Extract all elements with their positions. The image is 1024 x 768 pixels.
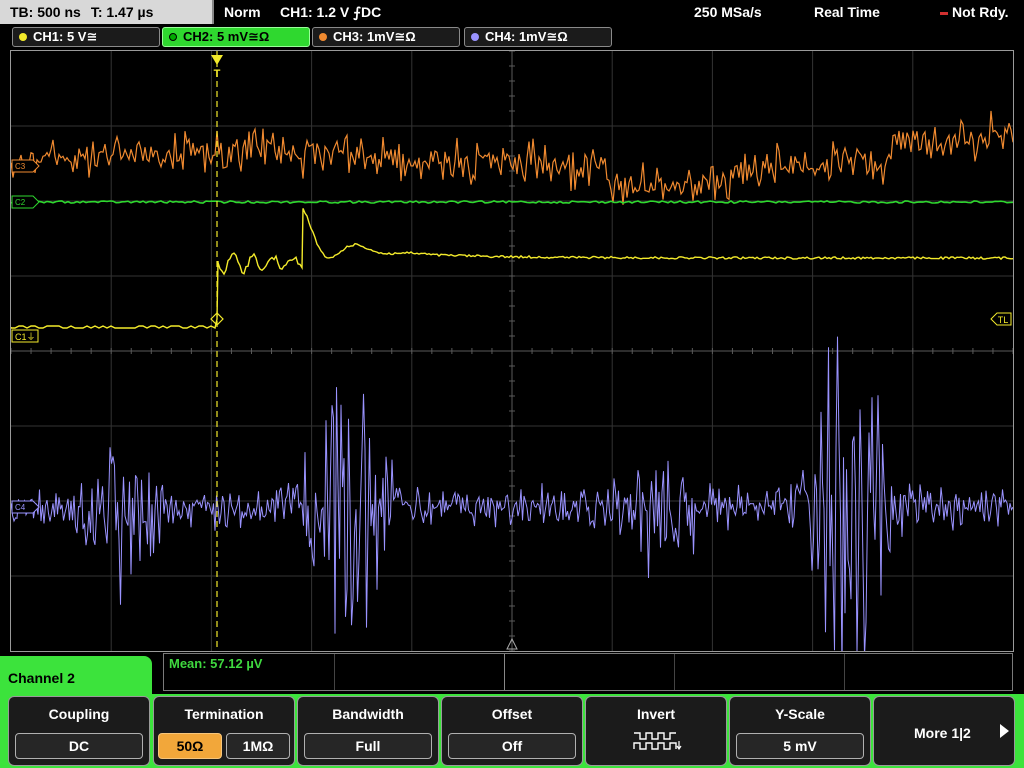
offset-value-button[interactable]: Off bbox=[448, 733, 576, 759]
measurement-label: Mean: 57.12 µV bbox=[169, 656, 263, 671]
timebase-box[interactable]: TB: 500 ns T: 1.47 µs bbox=[0, 0, 214, 24]
ch2-reference-marker[interactable]: C2 bbox=[11, 195, 40, 209]
next-page-arrow-icon bbox=[1000, 724, 1009, 738]
trigger-marker-icon[interactable]: T bbox=[211, 55, 223, 80]
termination-softkey[interactable]: Termination 50Ω 1MΩ bbox=[153, 696, 295, 766]
ch1-label: CH1: 5 V≅ bbox=[33, 29, 98, 44]
meas-divider bbox=[504, 654, 505, 690]
more-label: More 1|2 bbox=[914, 725, 971, 741]
termination-1mohm-button[interactable]: 1MΩ bbox=[226, 733, 290, 759]
ch2-color-icon bbox=[169, 33, 177, 41]
ch1-color-icon bbox=[19, 33, 27, 41]
ch4-label: CH4: 1mV≅Ω bbox=[485, 29, 568, 44]
channel-tabs: CH1: 5 V≅ CH2: 5 mV≅Ω CH3: 1mV≅Ω CH4: 1m… bbox=[0, 26, 1024, 48]
invert-square-wave-icon bbox=[633, 732, 682, 751]
ch4-reference-label: C4 bbox=[15, 503, 26, 512]
trigger-time-label: T: 1.47 µs bbox=[90, 4, 154, 20]
invert-title: Invert bbox=[636, 706, 676, 722]
ch1-reference-marker[interactable]: C1⏚ bbox=[11, 329, 39, 343]
active-channel-label: Channel 2 bbox=[8, 670, 75, 686]
waveform-canvas[interactable]: T TL C1⏚ C2 C3 C4 bbox=[11, 51, 1013, 651]
acquisition-mode[interactable]: Real Time bbox=[814, 0, 880, 24]
acquisition-status: Not Rdy. bbox=[952, 4, 1009, 20]
ch2-reference-label: C2 bbox=[15, 198, 26, 207]
offset-softkey[interactable]: Offset Off bbox=[441, 696, 583, 766]
bandwidth-value-button[interactable]: Full bbox=[304, 733, 432, 759]
coupling-title: Coupling bbox=[48, 706, 110, 722]
invert-softkey[interactable]: Invert bbox=[585, 696, 727, 766]
coupling-softkey[interactable]: Coupling DC bbox=[8, 696, 150, 766]
offset-title: Offset bbox=[491, 706, 533, 722]
ch2-label: CH2: 5 mV≅Ω bbox=[183, 29, 270, 44]
coupling-value-button[interactable]: DC bbox=[15, 733, 143, 759]
trigger-marker-label: T bbox=[214, 68, 221, 80]
timebase-label: TB: 500 ns bbox=[10, 4, 81, 20]
tab-ch2[interactable]: CH2: 5 mV≅Ω bbox=[162, 27, 310, 47]
tab-ch4[interactable]: CH4: 1mV≅Ω bbox=[464, 27, 612, 47]
meas-divider bbox=[844, 654, 845, 690]
trigger-info[interactable]: CH1: 1.2 V ⨍DC bbox=[280, 0, 381, 24]
yscale-value-button[interactable]: 5 mV bbox=[736, 733, 864, 759]
meas-divider bbox=[334, 654, 335, 690]
ch3-reference-label: C3 bbox=[15, 162, 26, 171]
ch4-color-icon bbox=[471, 33, 479, 41]
trigger-level-marker[interactable]: TL bbox=[990, 312, 1012, 326]
ch3-color-icon bbox=[319, 33, 327, 41]
waveform-display[interactable]: T TL C1⏚ C2 C3 C4 bbox=[10, 50, 1014, 652]
termination-50ohm-button[interactable]: 50Ω bbox=[158, 733, 222, 759]
tab-ch3[interactable]: CH3: 1mV≅Ω bbox=[312, 27, 460, 47]
status-bar: TB: 500 ns T: 1.47 µs Norm CH1: 1.2 V ⨍DC… bbox=[0, 0, 1024, 24]
sample-rate: 250 MSa/s bbox=[694, 4, 762, 20]
trigger-level-label: TL bbox=[998, 315, 1009, 325]
bandwidth-title: Bandwidth bbox=[332, 706, 404, 722]
ch4-reference-marker[interactable]: C4 bbox=[11, 500, 40, 514]
ch3-reference-marker[interactable]: C3 bbox=[11, 159, 40, 173]
yscale-softkey[interactable]: Y-Scale 5 mV bbox=[729, 696, 871, 766]
ch1-reference-label: C1⏚ bbox=[15, 332, 36, 342]
bandwidth-softkey[interactable]: Bandwidth Full bbox=[297, 696, 439, 766]
tab-ch1[interactable]: CH1: 5 V≅ bbox=[12, 27, 160, 47]
meas-divider bbox=[674, 654, 675, 690]
ch2-trace bbox=[11, 199, 1013, 204]
status-indicator-icon bbox=[940, 12, 948, 15]
ch3-label: CH3: 1mV≅Ω bbox=[333, 29, 416, 44]
softkey-bar: Coupling DC Termination 50Ω 1MΩ Bandwidt… bbox=[0, 694, 1024, 768]
measurement-bar[interactable]: Mean: 57.12 µV bbox=[163, 653, 1013, 691]
trigger-mode[interactable]: Norm bbox=[224, 0, 261, 24]
more-softkey[interactable]: More 1|2 bbox=[873, 696, 1015, 766]
yscale-title: Y-Scale bbox=[775, 706, 825, 722]
termination-title: Termination bbox=[184, 706, 264, 722]
